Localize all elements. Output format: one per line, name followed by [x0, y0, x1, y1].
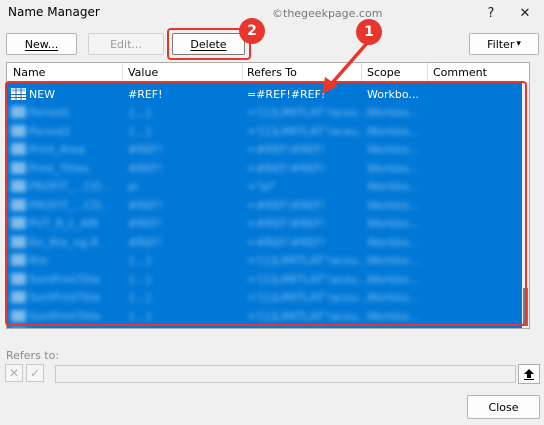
close-button[interactable]: Close [467, 395, 540, 419]
refers-to-label: Refers to: [6, 349, 60, 362]
checkmark-icon: ✓ [29, 366, 41, 380]
cancel-icon: ✕ [8, 366, 20, 380]
step-badge-2: 2 [239, 18, 265, 44]
collapse-arrow-icon [524, 368, 534, 380]
commit-edit-button: ✓ [26, 364, 44, 382]
refers-to-input[interactable] [55, 365, 516, 383]
cancel-edit-button: ✕ [5, 364, 23, 382]
close-button-label: Close [488, 400, 519, 414]
annotation-arrow [322, 40, 370, 94]
collapse-dialog-button[interactable] [518, 364, 540, 384]
step-badge-1: 1 [356, 19, 382, 45]
